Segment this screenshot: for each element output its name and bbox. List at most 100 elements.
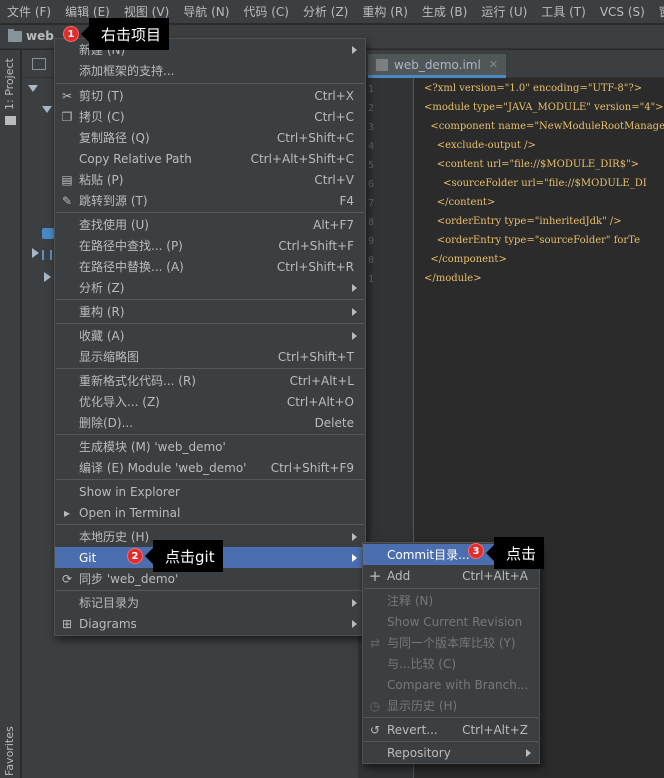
menu-item-find-in-path[interactable]: 在路径中查找... (P) Ctrl+Shift+F bbox=[55, 235, 365, 256]
menu-item-label: 在路径中替换... (A) bbox=[79, 260, 184, 274]
submenu-arrow-icon bbox=[352, 307, 357, 316]
tree-collapse-icon[interactable] bbox=[44, 272, 51, 282]
menu-refactor[interactable]: 重构 (R) bbox=[355, 3, 415, 20]
line-number: 7 bbox=[368, 198, 375, 209]
menu-item-favorites[interactable]: 收藏 (A) bbox=[55, 325, 365, 346]
menu-item-shortcut: Ctrl+Shift+F9 bbox=[270, 460, 354, 475]
submenu-arrow-icon bbox=[352, 45, 357, 54]
code-line: <sourceFolder url="file://$MODULE_DI bbox=[424, 178, 647, 189]
menu-item-label: 剪切 (T) bbox=[79, 89, 124, 103]
code-line: <component name="NewModuleRootManager" bbox=[424, 121, 664, 132]
tree-expand-icon[interactable] bbox=[42, 106, 52, 113]
menu-item-shortcut: Ctrl+Alt+Shift+C bbox=[250, 151, 354, 166]
project-tool-button[interactable]: 1: Project bbox=[3, 58, 16, 110]
menu-file[interactable]: 文件 (F) bbox=[0, 3, 58, 20]
tree-expand-icon[interactable] bbox=[28, 85, 38, 92]
menu-item-label: Compare with Branch... bbox=[387, 677, 529, 692]
menu-analyze[interactable]: 分析 (Z) bbox=[296, 3, 355, 20]
line-number: 5 bbox=[368, 160, 375, 171]
menu-item-label: 生成模块 (M) 'web_demo' bbox=[79, 440, 226, 454]
menu-item-show-in-explorer[interactable]: Show in Explorer bbox=[55, 481, 365, 502]
git-submenu: Commit目录... + Add Ctrl+Alt+A 注释 (N) Show… bbox=[362, 542, 540, 764]
menu-item-shortcut: Ctrl+Alt+L bbox=[289, 373, 354, 388]
menu-item-label: 重构 (R) bbox=[79, 305, 125, 319]
menu-item-shortcut: Ctrl+C bbox=[314, 109, 354, 124]
menu-navigate[interactable]: 导航 (N) bbox=[176, 3, 236, 20]
git-item-annotate[interactable]: 注释 (N) bbox=[363, 590, 539, 611]
menu-code[interactable]: 代码 (C) bbox=[236, 3, 296, 20]
project-view-icon[interactable] bbox=[32, 58, 46, 70]
breadcrumb-project[interactable]: web bbox=[8, 28, 54, 43]
menu-item-show-thumbnail[interactable]: 显示缩略图 Ctrl+Shift+T bbox=[55, 346, 365, 367]
menu-item-replace-in-path[interactable]: 在路径中替换... (A) Ctrl+Shift+R bbox=[55, 256, 365, 277]
submenu-arrow-icon bbox=[352, 553, 357, 562]
iml-file-icon bbox=[376, 59, 388, 71]
step-callout-3: 点击 bbox=[485, 537, 545, 569]
menu-item-copy-relative-path[interactable]: Copy Relative Path Ctrl+Alt+Shift+C bbox=[55, 148, 365, 169]
menu-tools[interactable]: 工具 (T) bbox=[534, 3, 593, 20]
menu-vcs[interactable]: VCS (S) bbox=[593, 5, 652, 19]
submenu-arrow-icon bbox=[352, 598, 357, 607]
submenu-arrow-icon bbox=[352, 619, 357, 628]
tab-web-demo-iml[interactable]: web_demo.iml ✕ bbox=[368, 54, 507, 78]
menu-item-paste[interactable]: ▤ 粘贴 (P) Ctrl+V bbox=[55, 169, 365, 190]
step-callout-2: 点击git bbox=[145, 540, 223, 572]
code-line: <exclude-output /> bbox=[424, 140, 536, 151]
menu-item-find-usages[interactable]: 查找使用 (U) Alt+F7 bbox=[55, 214, 365, 235]
menu-separator bbox=[364, 717, 538, 718]
git-item-compare-with[interactable]: 与...比较 (C) bbox=[363, 653, 539, 674]
menu-separator bbox=[56, 368, 364, 369]
menu-item-copy-path[interactable]: 复制路径 (Q) Ctrl+Shift+C bbox=[55, 127, 365, 148]
menu-item-shortcut: Ctrl+Shift+F bbox=[278, 238, 354, 253]
menu-item-label: 注释 (N) bbox=[387, 594, 434, 608]
menu-item-reformat-code[interactable]: 重新格式化代码... (R) Ctrl+Alt+L bbox=[55, 370, 365, 391]
menu-item-refactor[interactable]: 重构 (R) bbox=[55, 301, 365, 322]
menu-item-add-framework[interactable]: 添加框架的支持... bbox=[55, 60, 365, 81]
menu-item-shortcut: Ctrl+X bbox=[314, 88, 354, 103]
git-item-show-history[interactable]: ◷ 显示历史 (H) bbox=[363, 695, 539, 716]
step-badge-3: 3 bbox=[468, 543, 484, 559]
menu-item-open-in-terminal[interactable]: ▸ Open in Terminal bbox=[55, 502, 365, 523]
git-item-compare-with-branch[interactable]: Compare with Branch... bbox=[363, 674, 539, 695]
menu-item-cut[interactable]: ✂ 剪切 (T) Ctrl+X bbox=[55, 85, 365, 106]
menu-item-copy[interactable]: ❐ 拷贝 (C) Ctrl+C bbox=[55, 106, 365, 127]
line-number: 6 bbox=[368, 179, 375, 190]
git-item-revert[interactable]: ↺ Revert... Ctrl+Alt+Z bbox=[363, 719, 539, 740]
git-item-compare-same-repo[interactable]: ⇄ 与同一个版本库比较 (Y) bbox=[363, 632, 539, 653]
menu-item-label: Open in Terminal bbox=[79, 505, 181, 520]
menu-item-shortcut: F4 bbox=[339, 193, 354, 208]
git-item-repository[interactable]: Repository bbox=[363, 742, 539, 763]
project-folder-icon bbox=[8, 28, 22, 42]
menu-item-jump-to-source[interactable]: ✎ 跳转到源 (T) F4 bbox=[55, 190, 365, 211]
step-callout-1: 右击项目 bbox=[80, 18, 170, 50]
menu-item-label: Add bbox=[387, 568, 411, 583]
menu-item-shortcut: Alt+F7 bbox=[313, 217, 354, 232]
menu-item-label: 查找使用 (U) bbox=[79, 218, 149, 232]
menu-window[interactable]: 窗口 ( bbox=[652, 3, 664, 20]
copy-icon: ❐ bbox=[61, 109, 73, 124]
menu-item-label: 复制路径 (Q) bbox=[79, 131, 150, 145]
menu-item-label: Show Current Revision bbox=[387, 614, 523, 629]
menu-item-label: 跳转到源 (T) bbox=[79, 194, 148, 208]
favorites-tool-button[interactable]: Favorites bbox=[3, 726, 16, 776]
menu-item-optimize-imports[interactable]: 优化导入... (Z) Ctrl+Alt+O bbox=[55, 391, 365, 412]
sync-icon: ⟳ bbox=[61, 571, 73, 586]
menu-item-mark-directory-as[interactable]: 标记目录为 bbox=[55, 592, 365, 613]
menu-item-compile-module[interactable]: 编译 (E) Module 'web_demo' Ctrl+Shift+F9 bbox=[55, 457, 365, 478]
menu-item-label: 显示缩略图 bbox=[79, 350, 140, 364]
close-icon[interactable]: ✕ bbox=[489, 58, 498, 71]
menu-item-label: 本地历史 (H) bbox=[79, 530, 150, 544]
menu-item-build-module[interactable]: 生成模块 (M) 'web_demo' bbox=[55, 436, 365, 457]
git-item-show-current-revision[interactable]: Show Current Revision bbox=[363, 611, 539, 632]
tree-collapse-icon[interactable] bbox=[32, 248, 39, 258]
menu-run[interactable]: 运行 (U) bbox=[474, 3, 534, 20]
code-line: <content url="file://$MODULE_DIR$"> bbox=[424, 159, 640, 170]
editor-tab-bar: web_demo.iml ✕ bbox=[358, 50, 664, 78]
menu-item-diagrams[interactable]: ⊞ Diagrams bbox=[55, 613, 365, 634]
menu-item-label: 标记目录为 bbox=[79, 596, 140, 610]
menu-build[interactable]: 生成 (B) bbox=[415, 3, 474, 20]
menu-separator bbox=[56, 590, 364, 591]
menu-item-delete[interactable]: 删除(D)... Delete bbox=[55, 412, 365, 433]
menu-separator bbox=[364, 588, 538, 589]
menu-item-analyze[interactable]: 分析 (Z) bbox=[55, 277, 365, 298]
